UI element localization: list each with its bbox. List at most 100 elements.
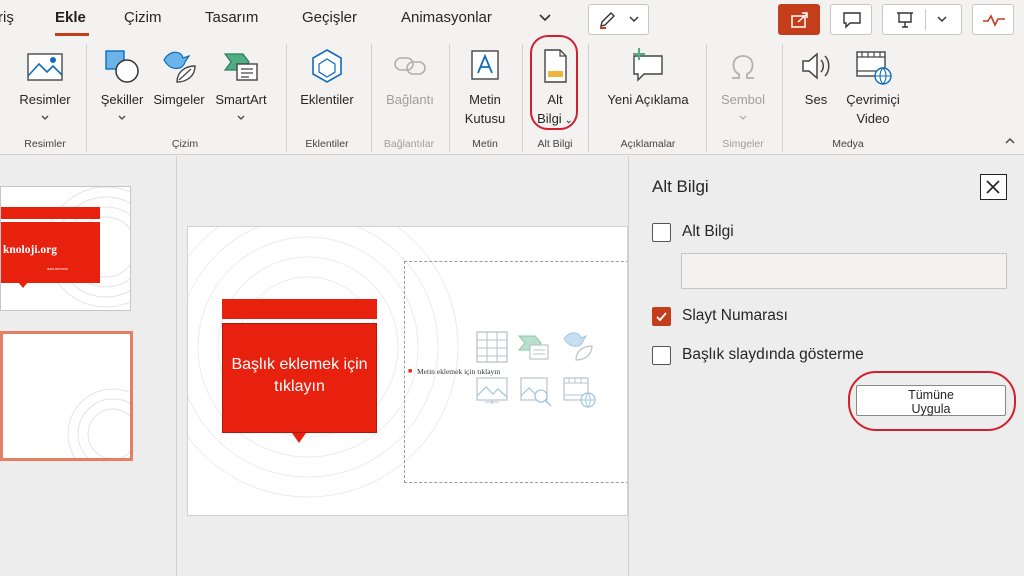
chevron-down-icon — [629, 16, 639, 23]
insert-smartart-icon[interactable] — [517, 330, 551, 364]
ribbon-tab-bar: riş Ekle Çizim Tasarım Geçişler Animasyo… — [0, 0, 1024, 40]
group-divider — [782, 44, 783, 152]
smartart-label: SmartArt — [215, 92, 267, 107]
baslik-slayt-checkbox[interactable] — [652, 346, 671, 365]
audio-button[interactable]: Ses — [793, 44, 839, 134]
addins-button[interactable]: Eklentiler — [293, 44, 361, 134]
bird-leaf-icon — [163, 51, 196, 83]
icons-button[interactable]: Simgeler — [149, 44, 209, 134]
alt-bilgi-highlight-oval — [530, 35, 578, 130]
tab-ekle[interactable]: Ekle — [55, 9, 86, 26]
pulse-icon — [983, 14, 1005, 27]
group-divider — [706, 44, 707, 152]
footer-text-input[interactable] — [681, 253, 1007, 289]
pen-icon — [600, 12, 615, 29]
group-divider — [286, 44, 287, 152]
close-pane-button[interactable] — [980, 174, 1007, 200]
new-comment-icon — [633, 48, 663, 82]
insert-ribbon: Resimler Resimler Şekiller Simgeler Smar… — [0, 35, 1024, 155]
new-comment-label: Yeni Açıklama — [607, 92, 689, 107]
alt-bilgi-checkbox-label: Alt Bilgi — [682, 223, 734, 240]
slide-thumbnail-1[interactable]: knoloji.org aaa.nnnnnn — [0, 186, 131, 311]
swirl-background — [67, 388, 130, 458]
thumb-title-bar — [1, 207, 100, 219]
group-label-cizim: Çizim — [171, 138, 199, 150]
share-button[interactable] — [778, 4, 820, 35]
insert-picture-icon[interactable] — [475, 374, 509, 408]
link-button[interactable]: Bağlantı — [378, 44, 442, 134]
group-label-aciklamalar: Açıklamalar — [620, 138, 676, 150]
online-video-button[interactable]: Çevrimiçi Video — [840, 44, 906, 134]
pictures-button[interactable]: Resimler — [11, 44, 79, 134]
slide-thumbnails-pane: knoloji.org aaa.nnnnnn — [0, 156, 177, 576]
speaker-icon — [802, 52, 830, 80]
group-label-resimler: Resimler — [24, 138, 66, 150]
online-video-label-2: Video — [856, 111, 890, 126]
text-box-icon — [471, 50, 499, 80]
title-callout-tail — [292, 433, 306, 443]
comments-button[interactable] — [830, 4, 872, 35]
chevron-down-icon — [739, 115, 747, 120]
share-icon — [791, 12, 808, 28]
insert-table-icon[interactable] — [475, 330, 509, 364]
thumb-title-box: knoloji.org aaa.nnnnnn — [1, 222, 100, 283]
text-box-label-2: Kutusu — [464, 111, 506, 126]
chevron-down-icon — [937, 16, 947, 23]
group-label-simgeler: Simgeler — [722, 138, 764, 150]
title-placeholder-text: Başlık eklemek için tıklayın — [231, 356, 368, 395]
group-divider — [371, 44, 372, 152]
smartart-button[interactable]: SmartArt — [209, 44, 273, 134]
slayt-numarasi-checkbox[interactable] — [652, 307, 671, 326]
baslik-slayt-label: Başlık slaydında gösterme — [682, 346, 864, 363]
activity-button[interactable] — [972, 4, 1014, 35]
group-label-metin: Metin — [472, 138, 498, 150]
pane-title: Alt Bilgi — [652, 177, 709, 196]
bullet-icon: ■ — [408, 368, 413, 375]
title-placeholder[interactable]: Başlık eklemek için tıklayın — [222, 323, 377, 433]
insert-icons-icon[interactable] — [561, 328, 595, 362]
shapes-label: Şekiller — [100, 92, 144, 107]
comment-icon — [843, 12, 861, 29]
online-video-label-1: Çevrimiçi — [846, 92, 900, 107]
text-box-label-1: Metin — [469, 92, 501, 107]
slide-canvas[interactable]: Başlık eklemek için tıklayın ■ Metin ekl… — [187, 226, 628, 516]
tab-tasarim[interactable]: Tasarım — [205, 9, 258, 26]
shapes-button[interactable]: Şekiller — [96, 44, 148, 134]
slayt-numarasi-label: Slayt Numarası — [682, 307, 788, 324]
chevron-down-icon — [41, 115, 49, 120]
picture-icon — [27, 53, 63, 81]
group-label-medya: Medya — [832, 138, 864, 150]
group-label-alt-bilgi: Alt Bilgi — [537, 138, 573, 150]
pen-dropdown-button[interactable] — [588, 4, 649, 35]
content-placeholder[interactable]: ■ Metin eklemek için tıklayın — [404, 261, 627, 483]
checkmark-icon — [656, 312, 667, 322]
icons-label: Simgeler — [153, 92, 205, 107]
insert-video-icon[interactable] — [562, 374, 596, 408]
text-box-button[interactable]: Metin Kutusu — [455, 44, 515, 134]
thumb-site-text: knoloji.org — [3, 244, 57, 256]
link-label: Bağlantı — [386, 92, 434, 107]
slide-thumbnail-2-selected[interactable] — [0, 331, 133, 461]
insert-stock-images-icon[interactable] — [519, 374, 553, 408]
new-comment-button[interactable]: Yeni Açıklama — [598, 44, 698, 134]
chevron-down-icon — [118, 115, 126, 120]
present-dropdown-button[interactable] — [882, 4, 962, 35]
tab-animasyonlar[interactable]: Animasyonlar — [401, 9, 492, 26]
link-icon — [394, 57, 426, 75]
present-icon — [897, 12, 913, 28]
symbol-label: Sembol — [720, 92, 766, 107]
audio-label: Ses — [804, 92, 828, 107]
tab-cizim[interactable]: Çizim — [124, 9, 162, 26]
symbol-button[interactable]: Sembol — [713, 44, 773, 134]
active-tab-indicator — [55, 33, 89, 36]
more-tabs-chevron-icon[interactable] — [537, 8, 553, 28]
online-video-icon — [856, 51, 892, 85]
chevron-down-icon — [237, 115, 245, 120]
tab-giris[interactable]: riş — [0, 9, 14, 26]
group-divider — [588, 44, 589, 152]
apply-highlight-oval — [848, 371, 1016, 431]
title-top-bar — [222, 299, 377, 319]
alt-bilgi-checkbox[interactable] — [652, 223, 671, 242]
collapse-ribbon-chevron-icon[interactable] — [1004, 137, 1016, 145]
tab-gecisler[interactable]: Geçişler — [302, 9, 357, 26]
